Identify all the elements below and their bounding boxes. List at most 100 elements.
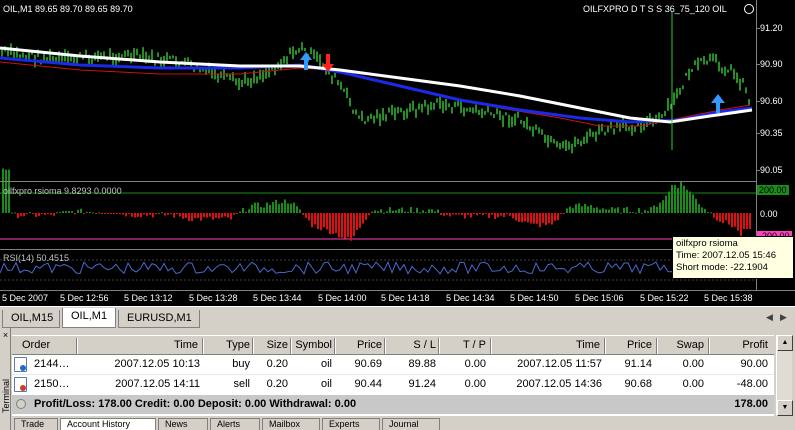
column-header-price[interactable]: Price [336, 339, 382, 351]
tab-experts[interactable]: Experts [322, 418, 380, 430]
column-header-stop-loss[interactable]: S / L [386, 339, 436, 351]
column-header-take-profit[interactable]: T / P [440, 339, 486, 351]
tooltip-line: Short mode: -22.1904 [676, 262, 768, 273]
rsioma-histogram-bar [566, 208, 568, 213]
rsioma-histogram-bar [476, 213, 478, 216]
column-header-size[interactable]: Size [254, 339, 288, 351]
tab-scroll-right-icon[interactable]: ▶ [780, 312, 787, 323]
tab-account-history[interactable]: Account History [60, 418, 156, 430]
rsioma-histogram-bar [83, 213, 85, 214]
order-size: 0.20 [266, 358, 288, 370]
rsioma-histogram-bar [629, 211, 631, 213]
rsioma-histogram-bar [404, 211, 406, 213]
pane-separator[interactable] [0, 249, 756, 250]
rsioma-histogram-bar [542, 213, 544, 223]
rsioma-histogram-bar [719, 213, 721, 222]
rsioma-histogram-bar [347, 213, 349, 238]
close-price: 91.14 [624, 358, 652, 370]
tab-trade[interactable]: Trade [14, 418, 58, 430]
column-header-profit[interactable]: Profit [710, 339, 768, 351]
scroll-up-icon[interactable]: ▲ [777, 335, 793, 351]
table-row[interactable]: 2150… 2007.12.05 14:11 sell 0.20 oil 90.… [12, 375, 774, 395]
column-header-close-price[interactable]: Price [606, 339, 652, 351]
rsioma-histogram-bar [569, 206, 571, 213]
rsioma-histogram-bar [374, 210, 376, 213]
summary-dot-icon [16, 399, 26, 409]
terminal-side-strip: × Terminal [0, 328, 11, 430]
tab-eurusd-m1[interactable]: EURUSD,M1 [118, 310, 200, 328]
rsioma-histogram-bar [470, 213, 472, 218]
column-header-type[interactable]: Type [204, 339, 250, 351]
rsioma-histogram-bar [191, 213, 193, 222]
column-header-time[interactable]: Time [152, 339, 198, 351]
rsioma-histogram-bar [647, 211, 649, 213]
rsioma-histogram-bar [593, 207, 595, 213]
rsioma-histogram-bar [362, 213, 364, 224]
column-header-symbol[interactable]: Symbol [292, 339, 332, 351]
price-chart[interactable]: OIL,M1 89.65 89.70 89.65 89.70 OILFXPRO … [0, 0, 795, 306]
rsioma-histogram-bar [425, 212, 427, 214]
chart-tab-bar: OIL,M15 OIL,M1 EURUSD,M1 ◀ ▶ [0, 306, 795, 328]
tab-mailbox[interactable]: Mailbox [262, 418, 320, 430]
tab-oil-m15[interactable]: OIL,M15 [2, 310, 60, 328]
rsioma-histogram-bar [572, 208, 574, 213]
rsioma-histogram-bar [155, 213, 157, 215]
rsioma-histogram-bar [257, 202, 259, 213]
time-axis-label: 5 Dec 13:28 [189, 293, 238, 303]
rsioma-histogram-bar [674, 185, 676, 213]
profit: 90.00 [740, 358, 768, 370]
price-axis-label: 91.20 [760, 23, 783, 33]
column-header-close-time[interactable]: Time [492, 339, 600, 351]
rsioma-histogram-bar [581, 206, 583, 213]
rsioma-histogram-bar [596, 207, 598, 213]
rsioma-histogram-bar [452, 213, 454, 215]
rsioma-histogram-bar [458, 213, 460, 215]
rsioma-histogram-bar [143, 213, 145, 215]
close-icon[interactable]: × [1, 331, 10, 340]
rsioma-histogram-bar [125, 213, 127, 217]
profit: -48.00 [736, 378, 768, 390]
rsioma-histogram-bar [419, 212, 421, 214]
rsioma-histogram-bar [731, 213, 733, 228]
rsioma-histogram-bar [332, 213, 334, 234]
rsioma-histogram-bar [89, 212, 91, 214]
column-header-order[interactable]: Order [22, 339, 50, 351]
rsioma-histogram-bar [503, 213, 505, 218]
rsioma-histogram-bar [182, 213, 184, 219]
rsioma-histogram-bar [563, 213, 565, 214]
pane-separator[interactable] [0, 181, 756, 182]
rsioma-histogram-bar [359, 213, 361, 228]
tab-news[interactable]: News [158, 418, 208, 430]
rsioma-histogram-bar [713, 213, 715, 218]
rsioma-histogram-bar [533, 213, 535, 224]
rsioma-histogram-bar [17, 213, 19, 219]
rsioma-histogram-bar [269, 204, 271, 213]
rsioma-histogram-bar [746, 213, 748, 229]
rsioma-histogram-bar [668, 191, 670, 213]
scroll-down-icon[interactable]: ▼ [777, 400, 793, 416]
rsioma-histogram-bar [611, 207, 613, 213]
tab-scroll-left-icon[interactable]: ◀ [766, 312, 773, 323]
table-header: Order Time Type Size Symbol Price S / L … [12, 335, 774, 355]
rsioma-histogram-bar [44, 213, 46, 215]
time-axis-label: 5 Dec 13:12 [124, 293, 173, 303]
rsioma-histogram-bar [446, 213, 448, 215]
order-type: sell [233, 378, 250, 390]
close-time: 2007.12.05 14:36 [516, 378, 602, 390]
chart-title: OIL,M1 89.65 89.70 89.65 89.70 [3, 4, 133, 14]
tab-alerts[interactable]: Alerts [210, 418, 260, 430]
tab-oil-m1[interactable]: OIL,M1 [62, 308, 116, 328]
rsioma-histogram-bar [140, 213, 142, 218]
table-scrollbar[interactable]: ▲ ▼ [776, 335, 793, 416]
table-row[interactable]: 2144… 2007.12.05 10:13 buy 0.20 oil 90.6… [12, 355, 774, 375]
rsioma-histogram-bar [473, 213, 475, 214]
column-header-swap[interactable]: Swap [658, 339, 704, 351]
open-time: 2007.12.05 10:13 [114, 358, 200, 370]
price-axis-label: 90.90 [760, 59, 783, 69]
rsioma-histogram-bar [146, 213, 148, 216]
tab-journal[interactable]: Journal [382, 418, 440, 430]
sell-order-icon [14, 377, 27, 392]
rsioma-histogram-bar [134, 213, 136, 218]
rsioma-histogram-bar [653, 205, 655, 213]
rsioma-histogram-bar [602, 208, 604, 213]
